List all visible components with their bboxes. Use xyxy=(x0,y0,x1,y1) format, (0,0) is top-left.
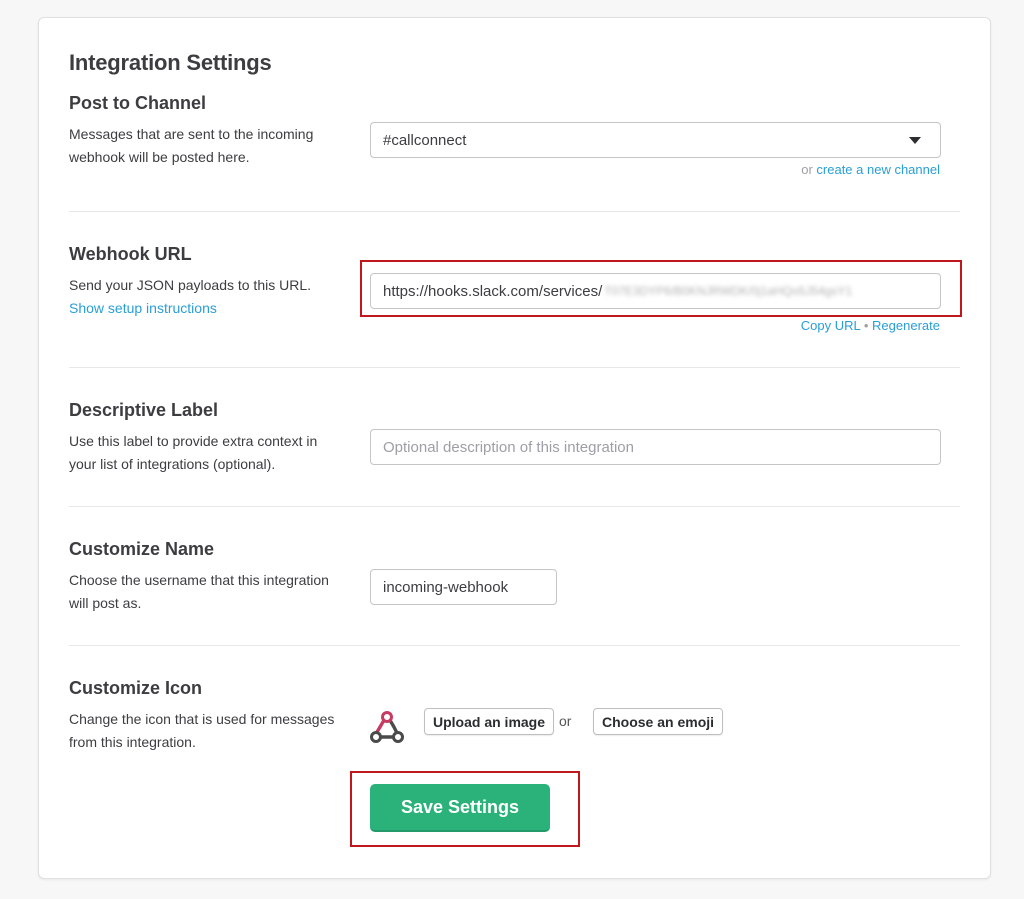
post-to-channel-description: Messages that are sent to the incoming w… xyxy=(69,126,314,165)
section-divider xyxy=(69,506,960,507)
webhook-url-description: Send your JSON payloads to this URL. Sho… xyxy=(69,274,339,320)
or-label: or xyxy=(801,162,813,177)
upload-image-button[interactable]: Upload an image xyxy=(424,708,555,735)
section-divider xyxy=(69,645,960,646)
post-to-channel-title: Post to Channel xyxy=(69,93,207,113)
descriptive-label-title: Descriptive Label xyxy=(69,400,219,420)
copy-url-link[interactable]: Copy URL xyxy=(801,318,860,333)
separator-dot: • xyxy=(863,318,869,333)
create-channel-link[interactable]: create a new channel xyxy=(816,162,940,177)
choose-emoji-button[interactable]: Choose an emoji xyxy=(593,708,724,735)
section-divider xyxy=(69,211,960,212)
integration-settings-card: Integration Settings Post to Channel Mes… xyxy=(38,17,991,879)
webhook-actions-row: Copy URL • Regenerate xyxy=(801,318,940,333)
descriptive-label-input[interactable]: Optional description of this integration xyxy=(370,429,941,465)
regenerate-link[interactable]: Regenerate xyxy=(872,318,940,333)
username-value: incoming-webhook xyxy=(383,578,509,596)
channel-select[interactable]: #callconnect xyxy=(370,122,941,158)
page-title: Integration Settings xyxy=(69,50,272,75)
create-channel-row: or create a new channel xyxy=(801,162,940,177)
customize-name-title: Customize Name xyxy=(69,539,215,559)
highlight-box-save xyxy=(350,771,580,847)
descriptive-label-placeholder: Optional description of this integration xyxy=(383,438,634,456)
customize-icon-title: Customize Icon xyxy=(69,678,203,698)
highlight-box-webhook-url xyxy=(360,260,962,317)
chevron-down-icon xyxy=(909,136,921,144)
customize-icon-description: Change the icon that is used for message… xyxy=(69,711,335,750)
webhook-url-title: Webhook URL xyxy=(69,244,192,264)
descriptive-label-description: Use this label to provide extra context … xyxy=(69,433,318,472)
or-label: or xyxy=(559,713,572,729)
channel-select-value: #callconnect xyxy=(383,131,467,149)
username-input[interactable]: incoming-webhook xyxy=(370,569,557,605)
webhook-url-description-text: Send your JSON payloads to this URL. xyxy=(69,277,312,293)
show-setup-instructions-link[interactable]: Show setup instructions xyxy=(69,300,217,316)
customize-name-description: Choose the username that this integratio… xyxy=(69,572,329,611)
section-divider xyxy=(69,367,960,368)
webhook-icon xyxy=(369,709,405,745)
